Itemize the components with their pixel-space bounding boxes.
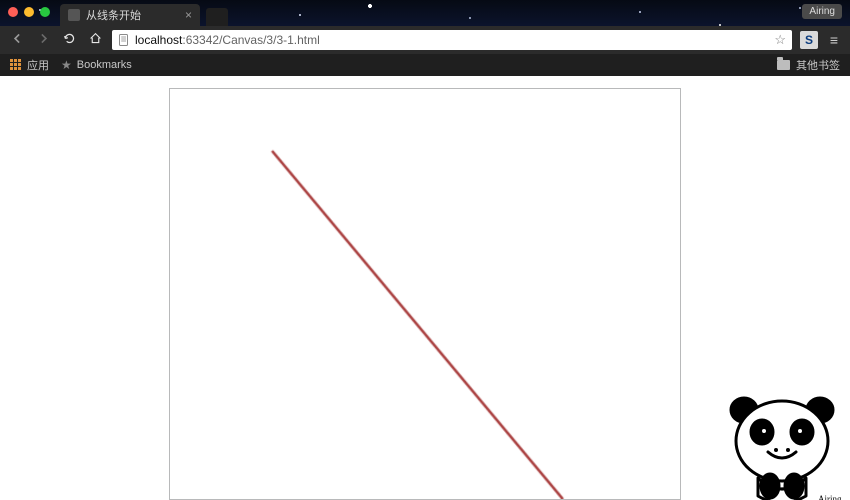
star-icon: ★ bbox=[61, 58, 72, 72]
address-bar[interactable]: localhost:63342/Canvas/3/3-1.html ☆ bbox=[112, 30, 792, 50]
tab-strip: 从线条开始 × Airing bbox=[0, 0, 850, 26]
window-controls bbox=[8, 7, 50, 17]
page-viewport: Airing bbox=[0, 76, 850, 500]
browser-chrome: 从线条开始 × Airing localhost:63342/Canvas/3/… bbox=[0, 0, 850, 76]
apps-shortcut[interactable]: 应用 bbox=[10, 57, 49, 73]
canvas-element bbox=[169, 88, 681, 500]
reload-button[interactable] bbox=[60, 32, 78, 48]
close-tab-icon[interactable]: × bbox=[185, 8, 192, 22]
bookmark-item[interactable]: ★ Bookmarks bbox=[61, 58, 132, 72]
close-window-button[interactable] bbox=[8, 7, 18, 17]
chrome-menu-icon[interactable]: ≡ bbox=[826, 32, 842, 48]
bookmarks-bar: 应用 ★ Bookmarks 其他书签 bbox=[0, 54, 850, 76]
panda-mascot: Airing bbox=[718, 386, 846, 500]
site-info-icon[interactable] bbox=[118, 34, 130, 46]
tab-favicon bbox=[68, 9, 80, 21]
back-button[interactable] bbox=[8, 32, 26, 48]
bookmark-star-icon[interactable]: ☆ bbox=[774, 32, 786, 48]
forward-button[interactable] bbox=[34, 32, 52, 48]
new-tab-button[interactable] bbox=[206, 8, 228, 26]
home-button[interactable] bbox=[86, 32, 104, 48]
folder-icon bbox=[777, 60, 790, 70]
tab-title: 从线条开始 bbox=[86, 7, 179, 23]
tab-active[interactable]: 从线条开始 × bbox=[60, 4, 200, 26]
maximize-window-button[interactable] bbox=[40, 7, 50, 17]
apps-grid-icon bbox=[10, 59, 22, 71]
mascot-signature: Airing bbox=[818, 494, 842, 500]
other-bookmarks-label: 其他书签 bbox=[796, 57, 840, 73]
other-bookmarks[interactable]: 其他书签 bbox=[777, 57, 840, 73]
extension-icon[interactable]: S bbox=[800, 31, 818, 49]
toolbar: localhost:63342/Canvas/3/3-1.html ☆ S ≡ bbox=[0, 26, 850, 54]
apps-label: 应用 bbox=[27, 57, 49, 73]
url-text: localhost:63342/Canvas/3/3-1.html bbox=[135, 33, 320, 47]
minimize-window-button[interactable] bbox=[24, 7, 34, 17]
bookmark-label: Bookmarks bbox=[77, 59, 132, 71]
profile-chip[interactable]: Airing bbox=[802, 4, 842, 19]
